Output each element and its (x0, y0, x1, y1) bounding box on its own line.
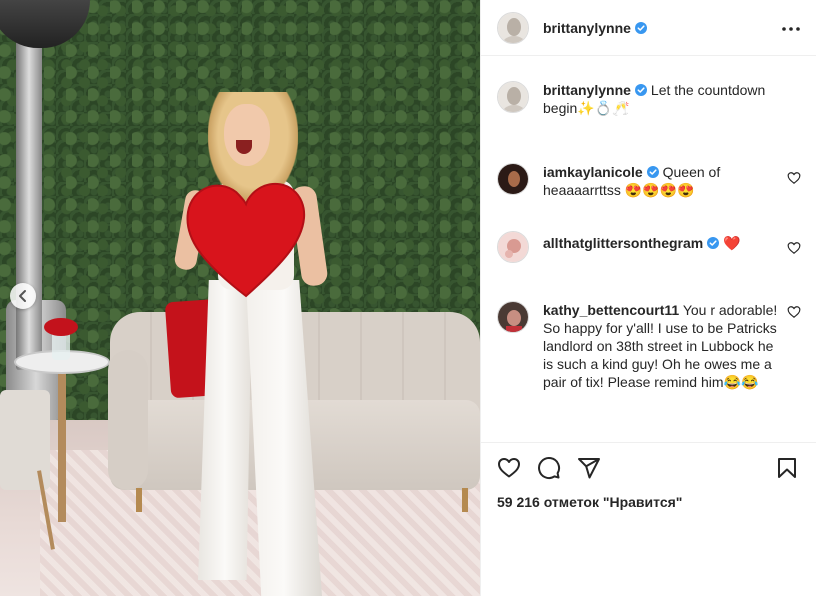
post-header: brittanylynne (481, 0, 816, 56)
post-photo[interactable] (0, 0, 480, 596)
sofa-leg (462, 488, 468, 512)
post-side-panel: brittanylynne brittanylynne Let the coun… (480, 0, 816, 596)
caption-avatar[interactable] (497, 81, 529, 113)
caption-username[interactable]: brittanylynne (543, 82, 631, 98)
comment-text: iamkaylanicole Queen of heaaaarrttss 😍😍😍😍 (543, 163, 791, 199)
heart-outline-icon[interactable] (497, 456, 521, 480)
verified-badge-icon (646, 166, 659, 178)
comment-text: kathy_bettencourt11 You r adorable! So h… (543, 301, 779, 391)
comment-avatar[interactable] (497, 231, 529, 263)
heart-outline-icon[interactable] (787, 241, 801, 255)
likes-count[interactable]: 59 216 отметок "Нравится" (497, 494, 682, 510)
author-username[interactable]: brittanylynne (543, 20, 647, 36)
patio-heater (16, 40, 42, 370)
verified-badge-icon (634, 84, 647, 96)
rose (44, 318, 78, 336)
avatar-image (498, 12, 528, 43)
comment-username[interactable]: iamkaylanicole (543, 164, 643, 180)
carousel-prev-button[interactable] (10, 283, 36, 309)
verified-badge-icon (707, 237, 720, 249)
avatar-image (498, 82, 528, 112)
comment-avatar[interactable] (497, 301, 529, 333)
comment-item: kathy_bettencourt11 You r adorable! So h… (497, 301, 801, 391)
comment-username[interactable]: allthatglittersonthegram (543, 235, 703, 251)
sofa-arm (108, 350, 148, 490)
bookmark-icon[interactable] (775, 456, 799, 480)
side-table-leg (58, 372, 66, 522)
red-heart-pillow (186, 183, 306, 298)
comments-list[interactable]: brittanylynne Let the countdown begin✨💍🥂 … (481, 57, 816, 442)
avatar-image (498, 164, 528, 194)
author-username-text[interactable]: brittanylynne (543, 20, 631, 36)
post-actions-bar (481, 442, 816, 492)
heart-outline-icon[interactable] (787, 305, 801, 319)
comment-item: allthatglittersonthegram ❤️ (497, 231, 801, 263)
woman-face (224, 104, 270, 166)
more-options-icon (782, 26, 800, 31)
avatar-image (498, 302, 528, 332)
comment-body: ❤️ (723, 235, 741, 251)
caption-row: brittanylynne Let the countdown begin✨💍🥂 (497, 81, 801, 117)
comment-username[interactable]: kathy_bettencourt11 (543, 302, 679, 318)
avatar-image (498, 232, 528, 262)
heart-outline-icon[interactable] (787, 171, 801, 185)
more-options-button[interactable] (781, 19, 801, 37)
comment-bubble-icon[interactable] (537, 456, 561, 480)
author-avatar[interactable] (497, 11, 529, 44)
paper-plane-icon[interactable] (577, 456, 601, 480)
chevron-left-icon (19, 290, 26, 302)
verified-badge-icon (634, 21, 647, 34)
chair (0, 390, 50, 490)
comment-avatar[interactable] (497, 163, 529, 195)
sofa-leg (136, 488, 142, 512)
comment-text: allthatglittersonthegram ❤️ (543, 231, 791, 252)
caption-text: brittanylynne Let the countdown begin✨💍🥂 (543, 81, 801, 117)
comment-item: iamkaylanicole Queen of heaaaarrttss 😍😍😍😍 (497, 163, 801, 199)
